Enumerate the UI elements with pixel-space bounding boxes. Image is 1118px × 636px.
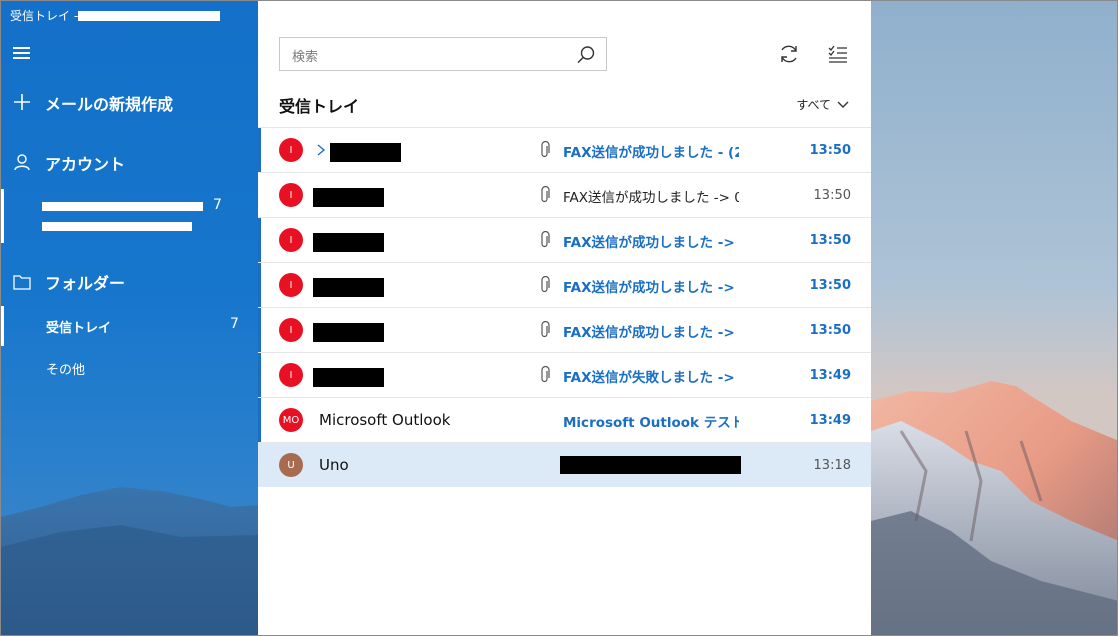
message-row[interactable]: I FAX送信が成功しました - (2) 13:50	[258, 127, 871, 173]
sidebar: 受信トレイ - メールの新規作成 アカウント 7 フォルダー 受信トレイ 7 そ…	[1, 1, 258, 635]
folders-button[interactable]: フォルダー	[1, 270, 258, 294]
message-time: 13:50	[813, 188, 851, 203]
message-row[interactable]: I FAX送信が成功しました -> 0 13:50	[258, 307, 871, 353]
redacted-account-name	[78, 10, 221, 21]
message-time: 13:50	[809, 143, 851, 158]
message-row[interactable]: I FAX送信が失敗しました -> 0 13:49	[258, 352, 871, 398]
message-list-pane: 検索 受信トレイ すべて I FAX送信が成功しました - (2) 13:50 …	[258, 1, 871, 635]
unread-indicator	[258, 218, 261, 263]
message-subject: FAX送信が成功しました -> 0	[563, 190, 739, 206]
filter-dropdown[interactable]: すべて	[796, 96, 849, 113]
message-sender: Microsoft Outlook	[319, 411, 451, 429]
message-list: I FAX送信が成功しました - (2) 13:50 I FAX送信が成功しまし…	[258, 127, 871, 487]
redacted-sender	[313, 278, 384, 297]
attachment-icon	[541, 321, 550, 338]
message-time: 13:50	[809, 323, 851, 338]
person-icon	[14, 154, 30, 171]
message-subject: FAX送信が失敗しました -> 0	[563, 370, 739, 386]
message-time: 13:50	[809, 278, 851, 293]
message-row[interactable]: I FAX送信が成功しました -> 0 13:50	[258, 172, 871, 217]
list-title: 受信トレイ	[279, 97, 360, 116]
folder-inbox-label: 受信トレイ	[46, 321, 112, 336]
attachment-icon	[541, 186, 550, 203]
selection-mode-icon[interactable]	[827, 43, 849, 65]
redacted-account-email	[42, 202, 203, 211]
hamburger-menu-button[interactable]	[13, 45, 31, 59]
sidebar-background-mountain	[1, 487, 258, 635]
search-box[interactable]: 検索	[279, 37, 607, 71]
folder-other[interactable]: その他	[1, 348, 258, 388]
message-subject: Microsoft Outlook テスト メ	[563, 415, 739, 431]
message-subject: FAX送信が成功しました -> 0	[563, 235, 739, 251]
message-time: 13:49	[809, 368, 851, 383]
attachment-icon	[541, 276, 550, 293]
message-row[interactable]: I FAX送信が成功しました -> 0 13:50	[258, 262, 871, 308]
redacted-sender	[330, 143, 401, 162]
mail-app-window: 受信トレイ - メールの新規作成 アカウント 7 フォルダー 受信トレイ 7 そ…	[0, 0, 1118, 636]
folder-inbox[interactable]: 受信トレイ 7	[1, 306, 258, 346]
avatar: I	[279, 138, 303, 162]
unread-indicator	[258, 353, 261, 398]
attachment-icon	[541, 231, 550, 248]
folder-icon	[13, 275, 31, 290]
message-row-selected[interactable]: U Uno 13:18	[258, 442, 871, 487]
redacted-account-address	[42, 222, 192, 231]
attachment-icon	[541, 141, 550, 158]
window-title: 受信トレイ -	[10, 7, 221, 24]
redacted-sender	[313, 233, 384, 252]
avatar: U	[279, 453, 303, 477]
account-item[interactable]: 7	[1, 189, 258, 243]
unread-indicator	[258, 128, 261, 173]
avatar: I	[279, 318, 303, 342]
redacted-subject	[560, 456, 741, 474]
message-row[interactable]: MO Microsoft Outlook Microsoft Outlook テ…	[258, 397, 871, 443]
sync-icon[interactable]	[778, 43, 800, 65]
redacted-sender	[313, 323, 384, 342]
avatar: MO	[279, 408, 303, 432]
folder-selected-indicator	[1, 306, 4, 346]
avatar: I	[279, 273, 303, 297]
message-sender: Uno	[319, 456, 349, 474]
avatar: I	[279, 183, 303, 207]
new-mail-label: メールの新規作成	[45, 95, 174, 114]
redacted-sender	[313, 368, 384, 387]
message-time: 13:18	[813, 458, 851, 473]
accounts-label: アカウント	[45, 155, 126, 174]
unread-indicator	[258, 263, 261, 308]
avatar: I	[279, 228, 303, 252]
search-input[interactable]: 検索	[292, 46, 318, 65]
folder-inbox-count: 7	[230, 316, 239, 332]
new-mail-button[interactable]: メールの新規作成	[1, 91, 258, 115]
message-subject: FAX送信が成功しました - (2)	[563, 145, 739, 161]
message-row[interactable]: I FAX送信が成功しました -> 0 13:50	[258, 217, 871, 263]
unread-indicator	[258, 308, 261, 353]
avatar: I	[279, 363, 303, 387]
unread-indicator	[258, 398, 261, 443]
chevron-down-icon	[837, 101, 849, 108]
filter-label: すべて	[796, 98, 831, 112]
account-unread-count: 7	[213, 197, 222, 213]
folder-other-label: その他	[46, 363, 86, 378]
attachment-icon	[541, 366, 550, 383]
folders-label: フォルダー	[45, 274, 126, 293]
search-icon[interactable]	[576, 45, 596, 65]
message-subject: FAX送信が成功しました -> 0	[563, 280, 739, 296]
accounts-button[interactable]: アカウント	[1, 151, 258, 175]
message-subject: FAX送信が成功しました -> 0	[563, 325, 739, 341]
account-selected-indicator	[1, 189, 4, 243]
message-time: 13:49	[809, 413, 851, 428]
window-title-text: 受信トレイ -	[10, 9, 79, 23]
message-time: 13:50	[809, 233, 851, 248]
plus-icon	[14, 94, 30, 110]
reading-pane-background-mountain	[871, 1, 1117, 635]
redacted-sender	[313, 188, 384, 207]
expand-thread-icon[interactable]	[316, 143, 326, 157]
